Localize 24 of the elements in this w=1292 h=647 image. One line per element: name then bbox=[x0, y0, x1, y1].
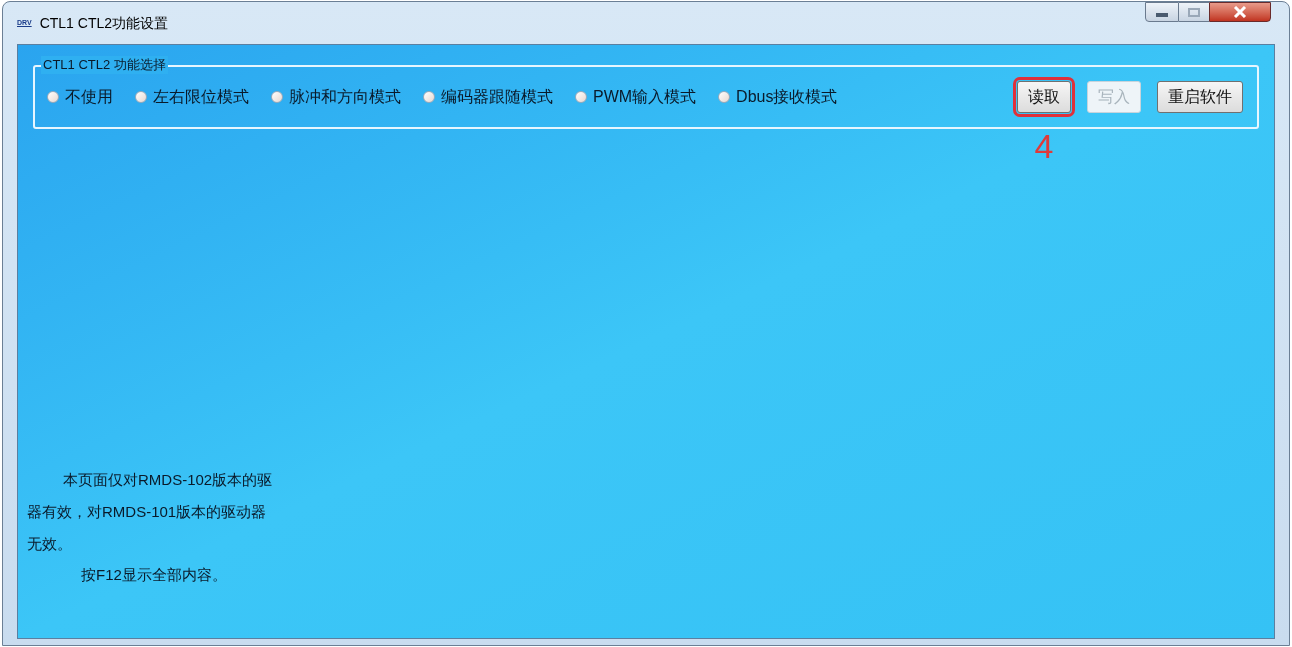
minimize-icon bbox=[1156, 13, 1168, 17]
radio-icon bbox=[718, 91, 731, 103]
window-title: CTL1 CTL2功能设置 bbox=[39, 13, 168, 33]
group-title: CTL1 CTL2 功能选择 bbox=[41, 56, 168, 74]
mode-radio[interactable]: Dbus接收模式 bbox=[718, 85, 838, 109]
radio-icon bbox=[423, 91, 435, 103]
close-icon bbox=[1233, 6, 1247, 18]
hint-text: 按F12显示全部内容。 bbox=[80, 564, 228, 585]
maximize-icon bbox=[1188, 7, 1200, 17]
radio-icon bbox=[47, 91, 59, 103]
mode-radio[interactable]: 不使用 bbox=[47, 85, 113, 109]
mode-radio[interactable]: 编码器跟随模式 bbox=[423, 85, 553, 109]
close-button[interactable] bbox=[1209, 2, 1271, 22]
maximize-button[interactable] bbox=[1179, 2, 1209, 22]
radio-icon bbox=[135, 91, 147, 103]
mode-radio[interactable]: 左右限位模式 bbox=[135, 85, 249, 109]
mode-radio[interactable]: PWM输入模式 bbox=[575, 85, 697, 109]
minimize-button[interactable] bbox=[1145, 2, 1179, 22]
radio-icon bbox=[575, 91, 587, 103]
mode-radio[interactable]: 脉冲和方向模式 bbox=[271, 85, 401, 109]
annotation-number: 4 bbox=[1034, 129, 1054, 163]
action-button[interactable]: 重启软件 bbox=[1157, 81, 1243, 113]
notice-text: 本页面仅对RMDS-102版本的驱 器有效，对RMDS-101版本的驱动器 无效。 bbox=[27, 469, 274, 554]
radio-icon bbox=[271, 91, 283, 103]
